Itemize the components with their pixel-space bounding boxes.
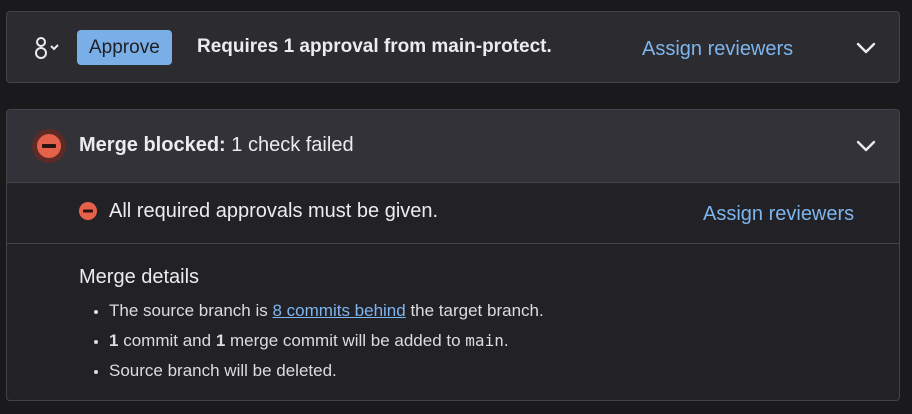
merge-status-title: Merge blocked: 1 check failed <box>79 132 354 158</box>
merge-commit-count: 1 <box>215 331 226 350</box>
merge-panel: Merge blocked: 1 check failed All requir… <box>6 109 900 401</box>
merge-details-title: Merge details <box>79 266 200 288</box>
list-item: 1 commit and 1 merge commit will be adde… <box>109 326 879 356</box>
item-text: Source branch will be deleted. <box>109 361 337 380</box>
list-item: Source branch will be deleted. <box>109 356 879 386</box>
merge-status-label: Merge blocked: <box>79 134 226 156</box>
failed-check-row: All required approvals must be given. As… <box>7 182 899 244</box>
commits-behind-link[interactable]: 8 commits behind <box>272 301 405 320</box>
merge-details: Merge details The source branch is 8 com… <box>79 264 879 386</box>
chevron-down-icon[interactable] <box>855 41 877 55</box>
failed-check-icon <box>79 202 97 220</box>
merge-details-list: The source branch is 8 commits behind th… <box>79 296 879 386</box>
item-text: The source branch is <box>109 301 268 320</box>
approval-requirement-text: Requires 1 approval from main-protect. <box>197 36 552 57</box>
target-branch-name: main <box>465 331 504 350</box>
item-text: merge commit will be added to <box>230 331 461 350</box>
approval-panel: Approve Requires 1 approval from main-pr… <box>6 11 900 83</box>
list-item: The source branch is 8 commits behind th… <box>109 296 879 326</box>
chevron-down-icon[interactable] <box>855 139 877 153</box>
item-text: the target branch. <box>410 301 544 320</box>
failed-check-text: All required approvals must be given. <box>109 200 439 222</box>
check-assign-reviewers-link[interactable]: Assign reviewers <box>703 201 854 227</box>
approvers-icon <box>35 37 59 59</box>
merge-status-detail: 1 check failed <box>231 134 354 156</box>
merge-status-header: Merge blocked: 1 check failed <box>7 110 899 183</box>
assign-reviewers-link[interactable]: Assign reviewers <box>642 36 793 62</box>
approve-button[interactable]: Approve <box>77 30 172 65</box>
item-text: commit and <box>123 331 212 350</box>
commit-count: 1 <box>109 331 119 350</box>
merge-blocked-icon <box>32 129 66 163</box>
item-text: . <box>503 331 509 350</box>
